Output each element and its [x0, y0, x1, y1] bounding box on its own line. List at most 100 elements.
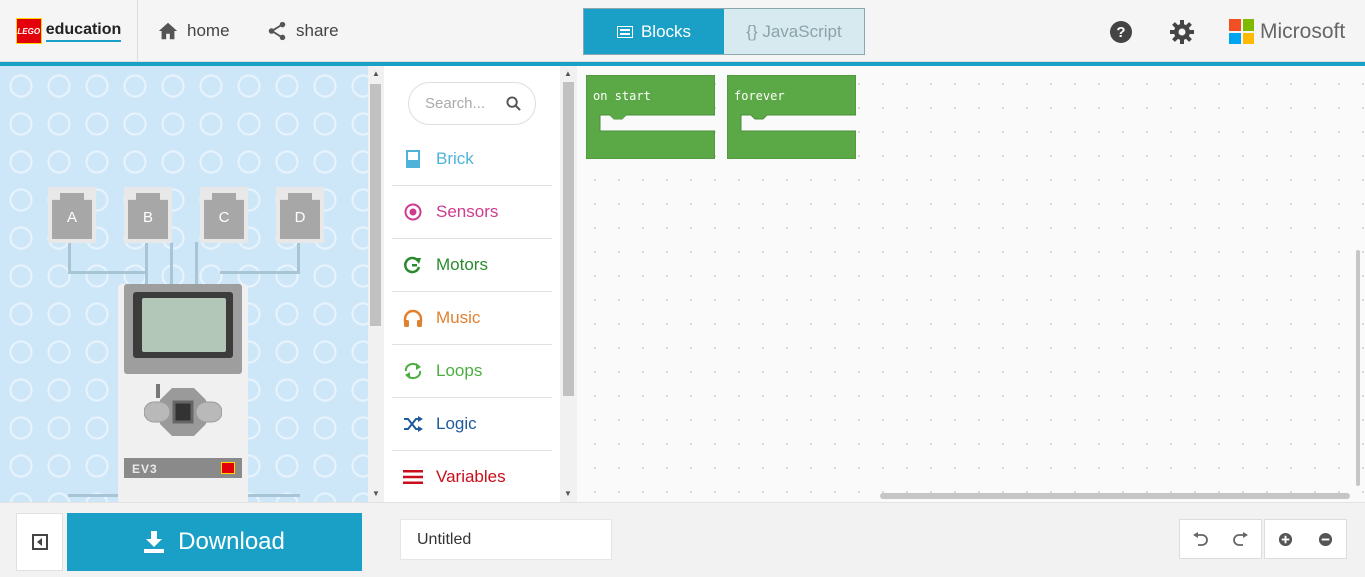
wire: [145, 242, 148, 287]
toolbox-search[interactable]: [408, 82, 536, 125]
port-d[interactable]: D: [276, 187, 324, 243]
home-link[interactable]: home: [157, 18, 230, 44]
undo-button[interactable]: [1180, 520, 1221, 558]
collapse-icon: [31, 534, 48, 550]
wire: [297, 242, 300, 274]
motor-icon: [402, 254, 424, 276]
undo-icon: [1193, 532, 1209, 546]
scroll-down-icon[interactable]: ▼: [564, 489, 572, 498]
port-a[interactable]: A: [48, 187, 96, 243]
toolbox: Brick Sensors Motors Music Loops Logic V…: [384, 66, 560, 504]
ev3-screen: [142, 298, 226, 352]
port-label: B: [142, 209, 153, 226]
category-label: Motors: [436, 255, 488, 274]
block-label: on start: [593, 89, 651, 103]
collapse-simulator-button[interactable]: [16, 513, 63, 571]
port-label: C: [218, 209, 230, 226]
category-label: Variables: [436, 467, 506, 486]
microsoft-logo[interactable]: Microsoft: [1229, 19, 1345, 44]
top-bar: LEGO education home share Blocks {} Java…: [0, 0, 1365, 62]
blocks-workspace[interactable]: on start forever: [577, 66, 1365, 502]
blocks-tab-label: Blocks: [640, 21, 692, 41]
scroll-thumb[interactable]: [370, 84, 381, 326]
simulator-scrollbar[interactable]: ▲ ▼: [368, 66, 384, 502]
download-label: Download: [178, 528, 285, 555]
home-icon: [158, 22, 178, 40]
redo-button[interactable]: [1221, 520, 1262, 558]
category-brick[interactable]: Brick: [392, 133, 552, 186]
share-icon: [268, 21, 286, 41]
svg-text:?: ?: [1116, 24, 1125, 41]
project-name-input[interactable]: [400, 519, 612, 560]
port-b[interactable]: B: [124, 187, 172, 243]
block-label: forever: [734, 89, 785, 103]
history-buttons: [1179, 519, 1262, 559]
block-shape: [727, 75, 856, 159]
gear-icon[interactable]: [1170, 20, 1194, 44]
search-icon[interactable]: [506, 96, 521, 111]
lego-logo: LEGO: [15, 18, 42, 44]
brick-icon: [402, 148, 424, 170]
microsoft-grid-icon: [1229, 19, 1254, 44]
lego-mini-logo: [221, 462, 235, 474]
workspace-vertical-scrollbar[interactable]: [1356, 250, 1360, 486]
home-label: home: [187, 21, 230, 40]
category-variables[interactable]: Variables: [392, 451, 552, 504]
scroll-thumb[interactable]: [563, 82, 574, 396]
ev3-button-pad[interactable]: [144, 384, 222, 440]
zoom-in-button[interactable]: [1265, 520, 1306, 558]
zoom-in-icon: [1278, 532, 1292, 546]
category-loops[interactable]: Loops: [392, 345, 552, 398]
category-label: Loops: [436, 361, 483, 380]
scroll-up-icon[interactable]: ▲: [372, 69, 380, 78]
editor-mode-toggle: Blocks {} JavaScript: [583, 8, 865, 55]
category-music[interactable]: Music: [392, 292, 552, 345]
shuffle-icon: [402, 413, 424, 435]
blocks-icon: [616, 25, 633, 38]
bottom-bar: Download: [0, 502, 1365, 577]
wire: [220, 271, 300, 274]
search-input[interactable]: [425, 95, 497, 112]
zoom-out-icon: [1319, 532, 1333, 546]
category-label: Logic: [436, 414, 477, 433]
zoom-out-button[interactable]: [1306, 520, 1347, 558]
share-label: share: [296, 21, 339, 40]
wire: [68, 242, 71, 274]
share-link[interactable]: share: [266, 18, 339, 44]
block-shape: [586, 75, 715, 159]
redo-icon: [1232, 532, 1248, 546]
microsoft-label: Microsoft: [1260, 19, 1346, 43]
javascript-tab-label: {} JavaScript: [746, 21, 842, 41]
brand-logo[interactable]: LEGO education: [0, 0, 138, 62]
wire: [170, 242, 173, 287]
forever-block[interactable]: forever: [727, 75, 856, 159]
toolbox-scrollbar[interactable]: ▲ ▼: [560, 66, 577, 502]
sensor-icon: [402, 201, 424, 223]
port-label: D: [294, 209, 306, 226]
javascript-tab[interactable]: {} JavaScript: [724, 9, 864, 54]
scroll-down-icon[interactable]: ▼: [372, 489, 380, 498]
port-c[interactable]: C: [200, 187, 248, 243]
category-logic[interactable]: Logic: [392, 398, 552, 451]
loop-icon: [402, 360, 424, 382]
wire: [195, 242, 198, 287]
on-start-block[interactable]: on start: [586, 75, 715, 159]
help-icon[interactable]: ?: [1109, 20, 1133, 44]
category-motors[interactable]: Motors: [392, 239, 552, 292]
category-label: Sensors: [436, 202, 499, 221]
ev3-simulator[interactable]: A B C D EV3: [0, 66, 368, 502]
port-label: A: [66, 209, 77, 226]
scroll-up-icon[interactable]: ▲: [564, 69, 572, 78]
blocks-tab[interactable]: Blocks: [584, 9, 724, 54]
zoom-buttons: [1264, 519, 1347, 559]
category-label: Music: [436, 308, 481, 327]
list-icon: [402, 466, 424, 488]
download-icon: [144, 531, 165, 553]
category-sensors[interactable]: Sensors: [392, 186, 552, 239]
download-button[interactable]: Download: [67, 513, 362, 571]
workspace-horizontal-scrollbar[interactable]: [880, 493, 1350, 499]
headphones-icon: [402, 307, 424, 329]
category-label: Brick: [436, 149, 474, 168]
ev3-label: EV3: [132, 462, 158, 476]
education-label: education: [45, 20, 122, 42]
